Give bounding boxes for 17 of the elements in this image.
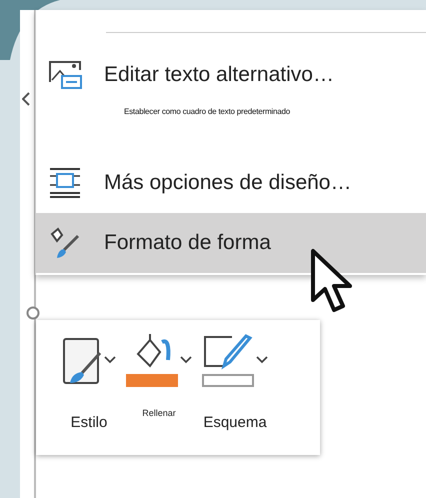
caret-icon: [180, 356, 192, 364]
caret-icon: [104, 356, 116, 364]
shape-brush-icon: [62, 335, 102, 385]
menu-item[interactable]: Más opciones de diseño…: [36, 153, 426, 213]
picture-caption-icon: [48, 60, 82, 90]
paint-brush-icon: [48, 226, 82, 260]
toolbar-button[interactable]: Rellenar: [126, 334, 192, 455]
caret-icon: [256, 356, 268, 364]
resize-handle[interactable]: [26, 306, 40, 320]
toolbar-button[interactable]: Estilo: [62, 334, 116, 455]
menu-item[interactable]: Formato de forma: [36, 213, 426, 273]
menu-note: Establecer como cuadro de texto predeterminado: [123, 106, 292, 118]
toolbar-button[interactable]: Esquema: [202, 334, 268, 455]
handle-icon[interactable]: [22, 92, 30, 106]
pencil-square-icon: [202, 334, 254, 372]
menu-item[interactable]: Editar texto alternativo…: [36, 45, 426, 105]
text-wrap-icon: [48, 166, 82, 200]
